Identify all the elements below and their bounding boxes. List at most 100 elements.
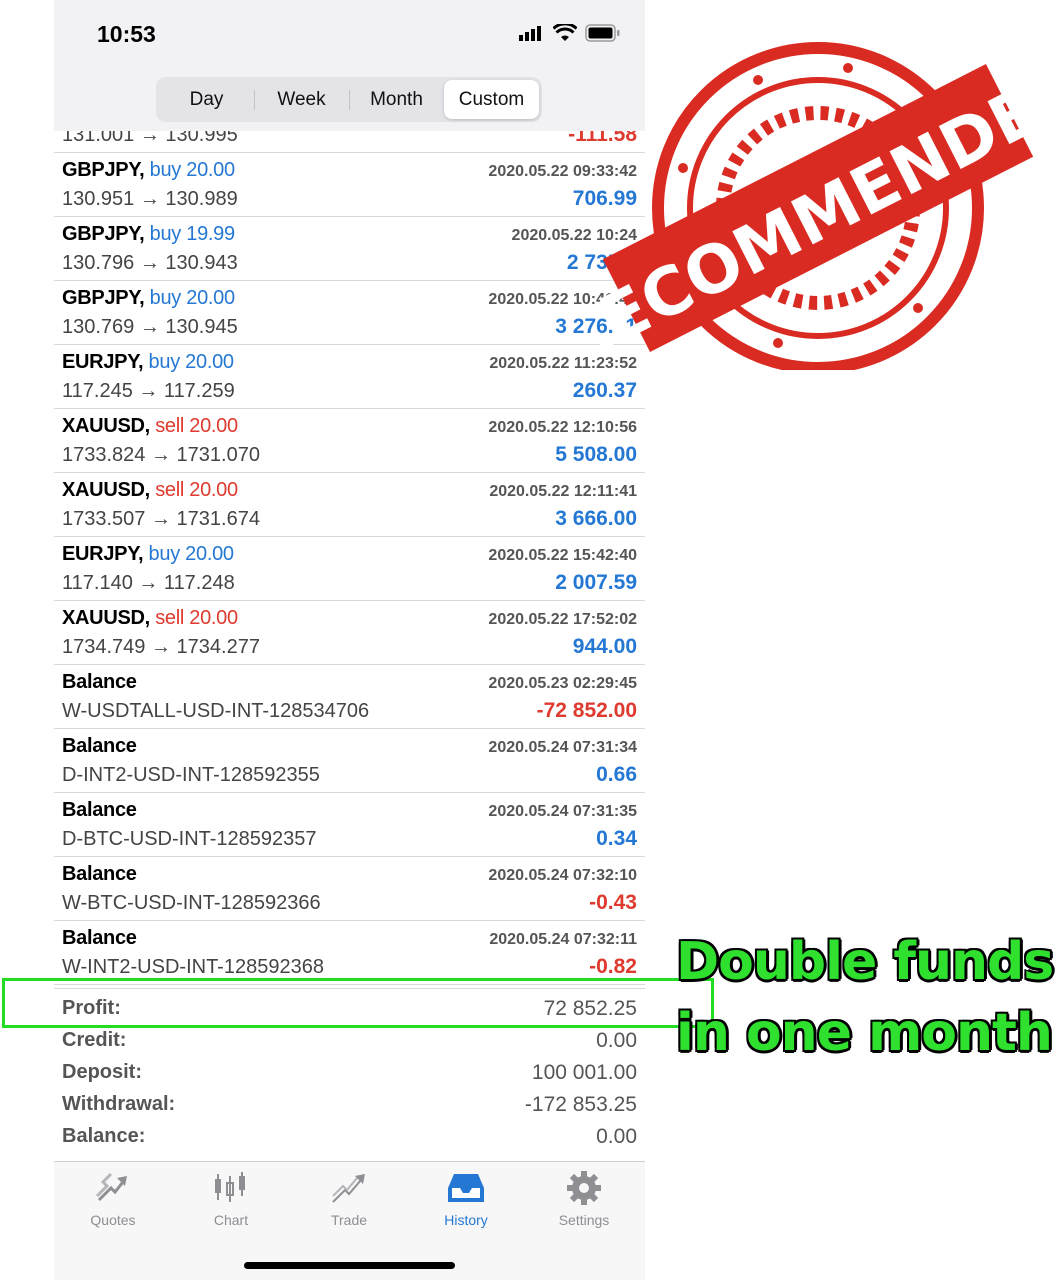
row-volume: 20.00 [189,415,238,437]
tab-trade[interactable]: Trade [299,1170,399,1228]
row-symbol: GBPJPY, [62,159,145,181]
row-title: XAUUSD, sell 20.00 [62,607,238,630]
row-symbol: EURJPY, [62,543,144,565]
row-amount: 260.37 [572,379,637,402]
row-amount: -0.82 [589,955,637,978]
tab-bar: Quotes Chart Trade History Settings [54,1161,645,1280]
row-symbol: XAUUSD, [62,479,150,501]
segment-week[interactable]: Week [254,80,349,119]
row-time: 2020.05.22 17:52:02 [488,611,637,628]
summary-label: Credit: [62,1029,127,1051]
row-time: 2020.05.24 07:31:34 [488,739,637,756]
history-row[interactable]: Balance 2020.05.24 07:31:34 D-INT2-USD-INT… [54,729,645,793]
history-row[interactable]: EURJPY, buy 20.00 2020.05.22 15:42:40 117.… [54,537,645,601]
row-amount: -72 852.00 [536,699,637,722]
summary-value: -172 853.25 [524,1093,637,1116]
history-row[interactable]: GBPJPY, buy 20.00 2020.05.22 10:41:44 130.… [54,281,645,345]
row-title: EURJPY, buy 20.00 [62,543,234,566]
row-side: sell [155,479,184,501]
history-row[interactable]: XAUUSD, sell 20.00 2020.05.22 12:11:41 173… [54,473,645,537]
status-time: 10:53 [97,21,156,47]
row-symbol: XAUUSD, [62,607,150,629]
quotes-icon [95,1172,127,1202]
summary-balance: Balance: 0.00 [54,1117,645,1149]
history-row[interactable]: XAUUSD, sell 20.00 2020.05.22 17:52:02 173… [54,601,645,665]
caption-line-1: Double funds [676,932,1054,992]
signal-icon [519,26,541,41]
row-prices: 1733.824 → 1731.070 [62,444,260,466]
summary-label: Deposit: [62,1061,142,1083]
row-volume: 20.00 [185,543,234,565]
history-row[interactable]: Balance 2020.05.24 07:31:35 D-BTC-USD-INT-… [54,793,645,857]
row-time: 2020.05.22 15:42:40 [488,547,637,564]
profit-highlight-box [2,978,714,1028]
row-volume: 19.99 [186,223,235,245]
row-title: Balance [62,927,137,950]
row-amount: 5 508.00 [555,443,637,466]
summary-value: 0.00 [596,1029,637,1052]
history-list: 131.001 → 130.995 -111.58 GBPJPY, buy 20… [54,89,645,985]
row-title: GBPJPY, buy 19.99 [62,223,235,246]
row-volume: 20.00 [185,351,234,373]
tab-label: History [444,1212,488,1228]
summary-label: Balance: [62,1125,146,1147]
summary-value: 0.00 [596,1125,637,1148]
row-title: Balance [62,799,137,822]
row-prices: 117.140 → 117.248 [62,572,235,594]
wifi-icon [553,24,577,41]
row-symbol: XAUUSD, [62,415,150,437]
tab-label: Settings [558,1212,610,1228]
row-amount: 2 007.59 [555,571,637,594]
segment-custom[interactable]: Custom [444,80,539,119]
settings-icon [567,1171,601,1205]
row-side: sell [155,607,184,629]
history-row[interactable]: EURJPY, buy 20.00 2020.05.22 11:23:52 117.… [54,345,645,409]
summary-value: 100 001.00 [531,1061,637,1084]
row-time: 2020.05.22 12:10:56 [488,419,637,436]
row-symbol: Balance [62,671,137,693]
row-prices: 117.245 → 117.259 [62,380,235,402]
recommended-stamp: RECOMMENDED [600,42,1040,370]
row-symbol: Balance [62,735,137,757]
trade-icon [332,1174,365,1203]
row-symbol: GBPJPY, [62,223,145,245]
history-row[interactable]: Balance 2020.05.24 07:32:10 W-BTC-USD-INT-… [54,857,645,921]
tab-chart[interactable]: Chart [181,1170,281,1228]
row-symbol: EURJPY, [62,351,144,373]
row-prices: W-INT2-USD-INT-128592368 [62,956,324,978]
row-prices: 1733.507 → 1731.674 [62,508,260,530]
history-row[interactable]: Balance 2020.05.24 07:32:11 W-INT2-USD-INT… [54,921,645,985]
row-volume: 20.00 [186,159,235,181]
row-prices: D-BTC-USD-INT-128592357 [62,828,317,850]
segment-day[interactable]: Day [159,80,254,119]
row-time: 2020.05.24 07:32:11 [489,931,637,948]
row-side: buy [149,223,182,245]
history-row[interactable]: XAUUSD, sell 20.00 2020.05.22 12:10:56 173… [54,409,645,473]
history-row[interactable]: Balance 2020.05.23 02:29:45 W-USDTALL-USD-… [54,665,645,729]
row-prices: W-BTC-USD-INT-128592366 [62,892,321,914]
row-title: EURJPY, buy 20.00 [62,351,234,374]
segment-month[interactable]: Month [349,80,444,119]
row-title: XAUUSD, sell 20.00 [62,479,238,502]
row-side: buy [149,159,182,181]
tab-label: Trade [330,1212,368,1228]
tab-settings[interactable]: Settings [534,1170,634,1228]
history-row[interactable]: GBPJPY, buy 19.99 2020.05.22 10:24 130.796… [54,217,645,281]
tab-label: Chart [213,1212,249,1228]
summary-deposit: Deposit: 100 001.00 [54,1053,645,1085]
row-symbol: Balance [62,799,137,821]
row-side: buy [148,351,181,373]
row-title: Balance [62,863,137,886]
row-title: GBPJPY, buy 20.00 [62,159,235,182]
row-side: sell [155,415,184,437]
row-time: 2020.05.24 07:31:35 [488,803,637,820]
row-side: buy [148,543,181,565]
row-symbol: Balance [62,927,137,949]
tab-quotes[interactable]: Quotes [63,1170,163,1228]
history-row[interactable]: GBPJPY, buy 20.00 2020.05.22 09:33:42 130.… [54,153,645,217]
tab-history[interactable]: History [416,1170,516,1228]
row-prices: 130.951 → 130.989 [62,188,238,210]
row-amount: 944.00 [572,635,637,658]
row-title: Balance [62,735,137,758]
row-title: Balance [62,671,137,694]
